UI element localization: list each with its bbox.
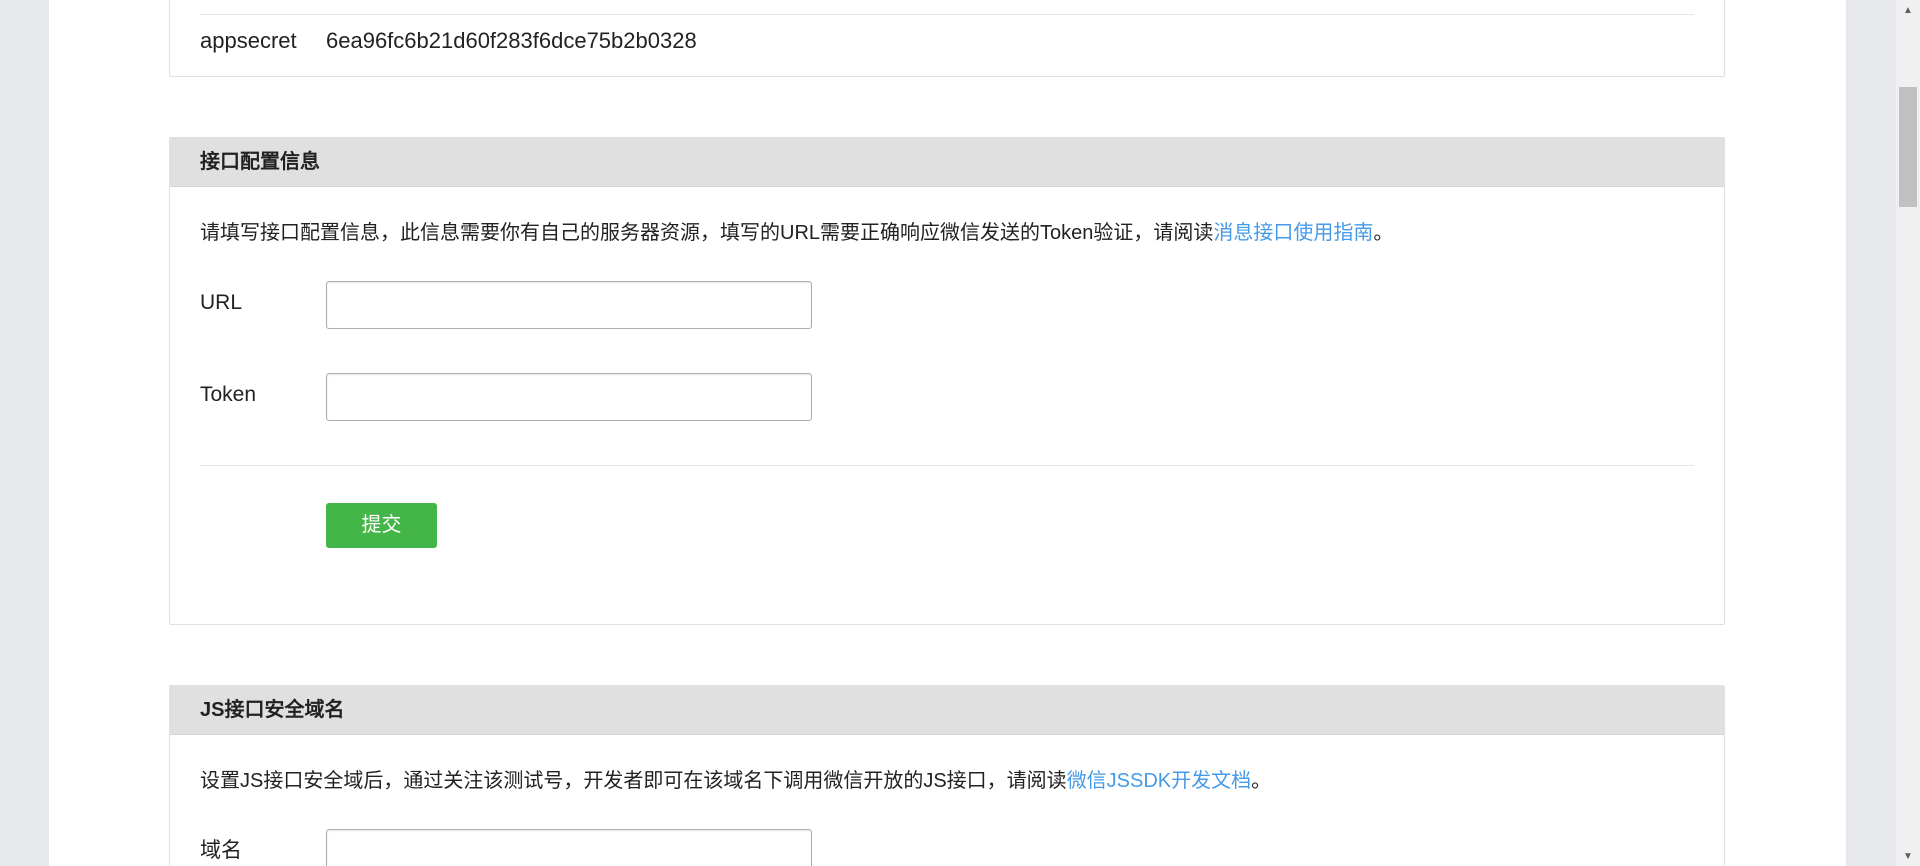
vertical-scrollbar[interactable]: ▲ ▼: [1896, 0, 1920, 866]
test-account-info-panel: appsecret 6ea96fc6b21d60f283f6dce75b2b032…: [169, 0, 1725, 77]
interface-config-description: 请填写接口配置信息，此信息需要你有自己的服务器资源，填写的URL需要正确响应微信…: [200, 218, 1393, 248]
jssdk-docs-link[interactable]: 微信JSSDK开发文档: [1067, 770, 1251, 792]
js-domain-title: JS接口安全域名: [170, 686, 1724, 735]
message-interface-guide-link[interactable]: 消息接口使用指南: [1213, 222, 1373, 244]
appsecret-value: 6ea96fc6b21d60f283f6dce75b2b0328: [326, 28, 697, 53]
appsecret-row: appsecret 6ea96fc6b21d60f283f6dce75b2b032…: [200, 26, 697, 56]
token-label: Token: [200, 383, 257, 406]
scroll-down-arrow-icon[interactable]: ▼: [1896, 846, 1920, 866]
row-divider: [200, 14, 1694, 15]
appsecret-label: appsecret: [200, 28, 297, 53]
description-text: 请填写接口配置信息，此信息需要你有自己的服务器资源，填写的URL需要正确响应微信…: [200, 222, 1214, 244]
scroll-up-arrow-icon[interactable]: ▲: [1896, 0, 1920, 20]
form-divider: [200, 465, 1694, 466]
domain-label: 域名: [200, 839, 242, 862]
submit-button[interactable]: 提交: [326, 503, 437, 548]
interface-config-panel: 接口配置信息 请填写接口配置信息，此信息需要你有自己的服务器资源，填写的URL需…: [169, 137, 1725, 625]
description-suffix: 。: [1251, 770, 1272, 792]
domain-input[interactable]: [326, 829, 812, 866]
description-text: 设置JS接口安全域后，通过关注该测试号，开发者即可在该域名下调用微信开放的JS接…: [200, 770, 1067, 792]
main-content: appsecret 6ea96fc6b21d60f283f6dce75b2b032…: [49, 0, 1846, 866]
description-suffix: 。: [1373, 222, 1394, 244]
token-input[interactable]: [326, 373, 812, 421]
js-domain-panel: JS接口安全域名 设置JS接口安全域后，通过关注该测试号，开发者即可在该域名下调…: [169, 685, 1725, 866]
scrollbar-thumb[interactable]: [1899, 87, 1917, 207]
url-label: URL: [200, 291, 243, 314]
url-input[interactable]: [326, 281, 812, 329]
interface-config-title: 接口配置信息: [170, 138, 1724, 187]
js-domain-description: 设置JS接口安全域后，通过关注该测试号，开发者即可在该域名下调用微信开放的JS接…: [200, 766, 1271, 796]
